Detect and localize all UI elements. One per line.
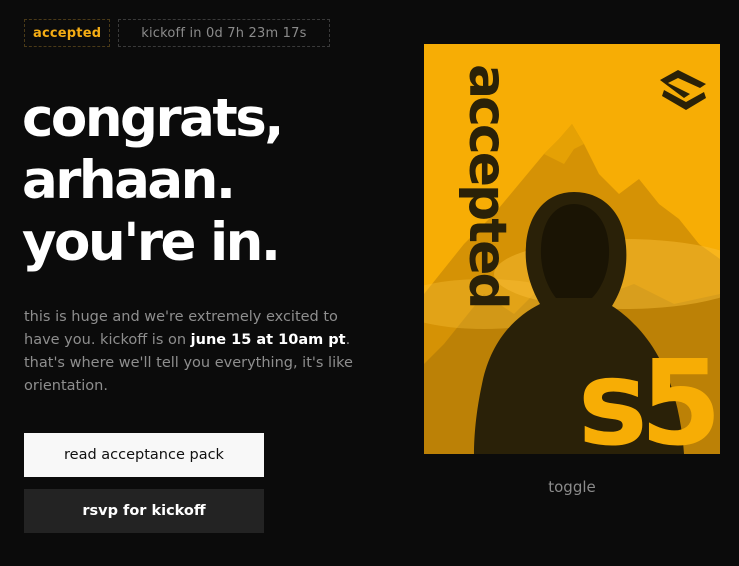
rsvp-kickoff-button[interactable]: rsvp for kickoff: [24, 489, 264, 533]
poster-artwork: accepted s5: [424, 44, 720, 454]
welcome-message: this is huge and we're extremely excited…: [24, 306, 359, 398]
read-acceptance-pack-button[interactable]: read acceptance pack: [24, 433, 264, 477]
headline-line-2: arhaan.: [22, 150, 236, 211]
poster-season-text: s5: [578, 334, 714, 454]
headline-line-1: congrats,: [22, 88, 284, 149]
poster-vertical-text: accepted: [457, 64, 517, 307]
kickoff-countdown: kickoff in 0d 7h 23m 17s: [118, 19, 330, 47]
hood-shadow: [540, 204, 610, 298]
badge-row: accepted kickoff in 0d 7h 23m 17s: [24, 19, 330, 47]
headline: congrats, arhaan. you're in.: [22, 88, 382, 274]
acceptance-page: accepted kickoff in 0d 7h 23m 17s congra…: [0, 0, 739, 566]
headline-line-3: you're in.: [22, 212, 281, 273]
kickoff-date: june 15 at 10am pt: [190, 332, 346, 348]
acceptance-poster: accepted s5: [424, 44, 720, 454]
accepted-badge: accepted: [24, 19, 111, 47]
toggle-button[interactable]: toggle: [424, 478, 720, 496]
